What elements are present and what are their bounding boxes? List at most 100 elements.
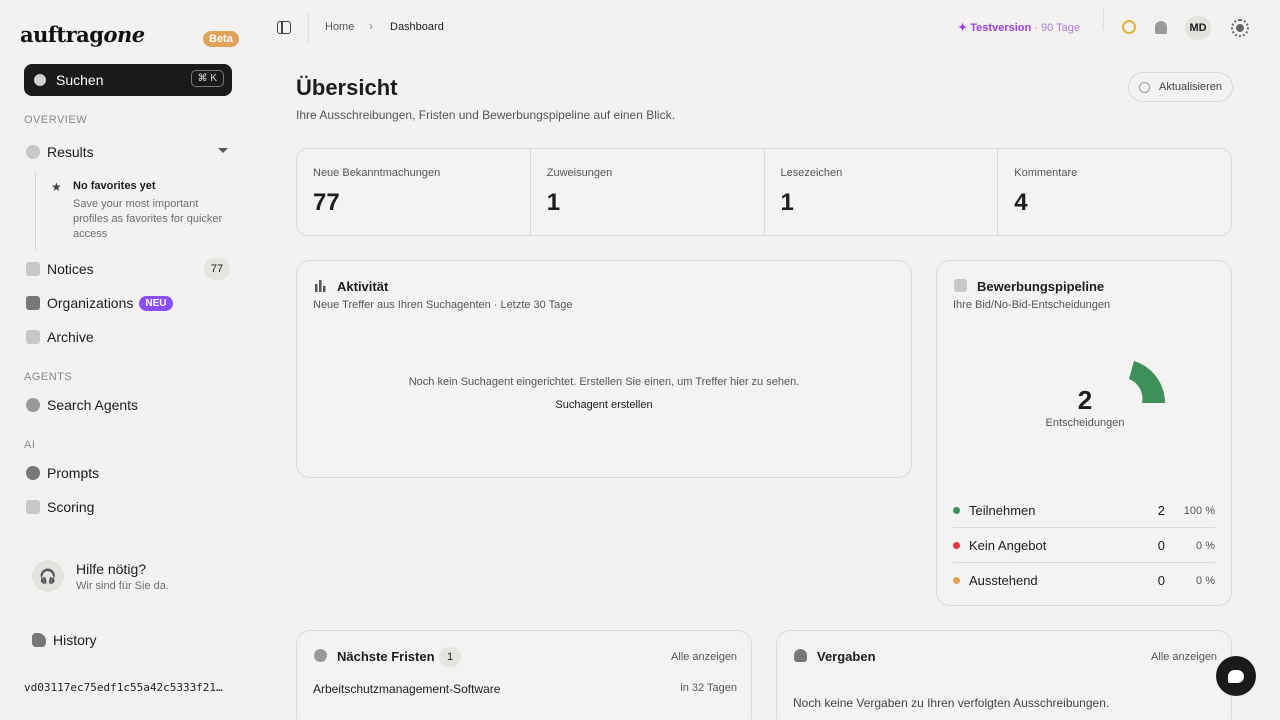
bell-icon[interactable] bbox=[1155, 21, 1167, 34]
deadlines-card: Nächste Fristen 1 Alle anzeigen Arbeitsc… bbox=[296, 630, 752, 720]
trial-badge[interactable]: ✦ Testversion · 90 Tage bbox=[958, 21, 1080, 34]
create-search-agent-link[interactable]: Suchagent erstellen bbox=[297, 399, 911, 411]
stat-card[interactable]: Lesezeichen 1 bbox=[765, 149, 999, 235]
chevron-down-icon[interactable] bbox=[218, 148, 228, 153]
status-dot bbox=[953, 542, 960, 549]
pipeline-row-name: Teilnehmen bbox=[969, 503, 1036, 518]
sparkle-icon: ✦ bbox=[958, 22, 971, 34]
logo[interactable]: auftragone bbox=[20, 22, 145, 47]
sidebar-item-notices[interactable]: Notices bbox=[26, 261, 94, 277]
prompts-icon bbox=[26, 466, 40, 480]
refresh-label: Aktualisieren bbox=[1159, 81, 1222, 93]
awards-card: Vergaben Alle anzeigen Noch keine Vergab… bbox=[776, 630, 1232, 720]
archive-icon bbox=[26, 330, 40, 344]
deadlines-title: Nächste Fristen bbox=[337, 649, 435, 664]
divider bbox=[1103, 8, 1104, 30]
awards-title: Vergaben bbox=[817, 649, 876, 664]
help-title: Hilfe nötig? bbox=[76, 560, 147, 577]
chat-icon bbox=[1228, 669, 1244, 683]
user-avatar[interactable]: MD bbox=[1185, 16, 1211, 40]
pipeline-card: Bewerbungspipeline Ihre Bid/No-Bid-Entsc… bbox=[936, 260, 1232, 606]
main-content: Home › Dashboard ✦ Testversion · 90 Tage… bbox=[256, 0, 1280, 720]
breadcrumb-current: Dashboard bbox=[390, 21, 444, 33]
stat-card[interactable]: Neue Bekanntmachungen 77 bbox=[297, 149, 531, 235]
stats-row: Neue Bekanntmachungen 77 Zuweisungen 1 L… bbox=[296, 148, 1232, 236]
activity-empty: Noch kein Suchagent eingerichtet. Erstel… bbox=[408, 376, 800, 388]
pipeline-title: Bewerbungspipeline bbox=[977, 279, 1105, 294]
sidebar-item-organizations[interactable]: Organizations NEU bbox=[26, 295, 173, 311]
sidebar-item-label: Search Agents bbox=[47, 397, 139, 413]
sidebar-item-search-agents[interactable]: Search Agents bbox=[26, 397, 138, 413]
chevron-right-icon: › bbox=[369, 19, 373, 33]
help-subtitle: Wir sind für Sie da. bbox=[76, 579, 169, 592]
pipeline-row[interactable]: Kein Angebot 0 0 % bbox=[953, 528, 1215, 563]
deadline-due: in 32 Tagen bbox=[680, 682, 737, 694]
history-icon bbox=[32, 633, 46, 647]
favorites-empty: ★ No favorites yet Save your most import… bbox=[35, 172, 225, 250]
refresh-icon bbox=[1139, 81, 1150, 93]
pipeline-total-label: Entscheidungen bbox=[1045, 417, 1125, 429]
new-badge: NEU bbox=[139, 295, 173, 311]
stat-label: Neue Bekanntmachungen bbox=[313, 167, 441, 179]
search-label: Suchen bbox=[56, 72, 104, 88]
stat-card[interactable]: Kommentare 4 bbox=[998, 149, 1231, 235]
gear-icon[interactable] bbox=[1231, 19, 1249, 37]
search-shortcut: ⌘ K bbox=[190, 70, 224, 87]
sun-icon[interactable] bbox=[1122, 20, 1136, 34]
sidebar-toggle-icon[interactable] bbox=[277, 21, 291, 34]
stat-value: 77 bbox=[313, 189, 340, 216]
stat-label: Kommentare bbox=[1014, 167, 1078, 179]
chat-button[interactable] bbox=[1216, 656, 1256, 696]
sidebar: auftragone Beta Suchen ⌘ K OVERVIEW Resu… bbox=[0, 0, 256, 720]
sidebar-item-archive[interactable]: Archive bbox=[26, 329, 94, 345]
sidebar-item-history[interactable]: History bbox=[32, 632, 97, 648]
sidebar-item-scoring[interactable]: Scoring bbox=[26, 499, 94, 515]
stat-label: Lesezeichen bbox=[780, 167, 843, 179]
sidebar-item-label: Results bbox=[47, 144, 94, 160]
deadline-row[interactable]: Arbeitschutzmanagement-Software in 32 Ta… bbox=[313, 682, 737, 696]
organizations-icon bbox=[26, 296, 40, 310]
stat-card[interactable]: Zuweisungen 1 bbox=[531, 149, 765, 235]
trial-days: · 90 Tage bbox=[1034, 22, 1080, 34]
beta-badge: Beta bbox=[203, 31, 239, 47]
sidebar-item-results[interactable]: Results bbox=[26, 144, 94, 160]
bar-chart-icon bbox=[315, 280, 326, 292]
stat-value: 4 bbox=[1014, 189, 1028, 216]
notices-icon bbox=[26, 262, 40, 276]
sidebar-item-label: Scoring bbox=[47, 499, 95, 515]
pipeline-row-count: 0 bbox=[1157, 573, 1165, 588]
trophy-icon bbox=[794, 649, 807, 662]
pipeline-icon bbox=[954, 279, 967, 292]
pipeline-row[interactable]: Teilnehmen 2 100 % bbox=[953, 493, 1215, 528]
topbar: Home › Dashboard ✦ Testversion · 90 Tage… bbox=[256, 0, 1280, 56]
sidebar-item-label: Prompts bbox=[47, 465, 100, 481]
refresh-button[interactable]: Aktualisieren bbox=[1128, 72, 1233, 102]
sidebar-item-label: Archive bbox=[47, 329, 94, 345]
search-icon bbox=[34, 74, 46, 86]
awards-empty: Noch keine Vergaben zu Ihren verfolgten … bbox=[793, 696, 1110, 710]
notices-count-badge: 77 bbox=[204, 258, 230, 280]
pipeline-row[interactable]: Ausstehend 0 0 % bbox=[953, 563, 1215, 598]
favorites-title: No favorites yet bbox=[73, 180, 156, 192]
section-ai: AI bbox=[24, 439, 36, 451]
pipeline-row-name: Kein Angebot bbox=[969, 538, 1047, 553]
clock-icon bbox=[314, 649, 327, 662]
pipeline-row-count: 0 bbox=[1157, 538, 1165, 553]
stat-label: Zuweisungen bbox=[546, 167, 613, 179]
headset-icon: 🎧 bbox=[32, 560, 64, 592]
deadline-name: Arbeitschutzmanagement-Software bbox=[313, 682, 501, 696]
sidebar-item-prompts[interactable]: Prompts bbox=[26, 465, 99, 481]
pipeline-row-pct: 0 % bbox=[1196, 574, 1215, 587]
stat-value: 1 bbox=[546, 189, 561, 216]
star-icon: ★ bbox=[51, 180, 62, 194]
status-dot bbox=[953, 577, 960, 584]
awards-show-all-link[interactable]: Alle anzeigen bbox=[1151, 651, 1217, 663]
breadcrumb-home[interactable]: Home bbox=[325, 21, 354, 33]
search-button[interactable]: Suchen ⌘ K bbox=[24, 64, 232, 96]
deadlines-count-badge: 1 bbox=[439, 647, 461, 667]
help-card[interactable]: 🎧 Hilfe nötig? Wir sind für Sie da. bbox=[32, 560, 169, 592]
deadlines-show-all-link[interactable]: Alle anzeigen bbox=[671, 651, 737, 663]
sidebar-item-label: Organizations bbox=[47, 295, 134, 311]
page-title: Übersicht bbox=[296, 75, 398, 100]
section-agents: AGENTS bbox=[24, 371, 73, 383]
